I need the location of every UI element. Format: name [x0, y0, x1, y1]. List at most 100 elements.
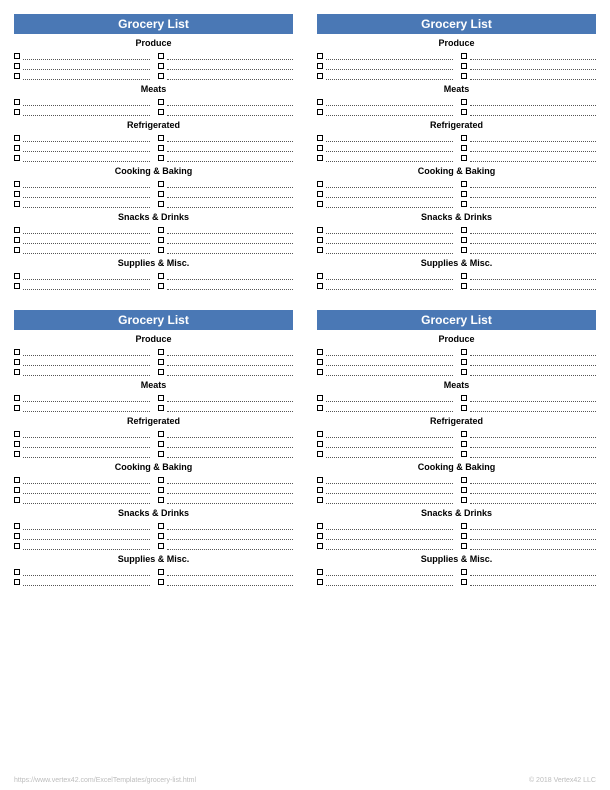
checkbox-icon[interactable] [158, 273, 164, 279]
checkbox-icon[interactable] [317, 533, 323, 539]
checkbox-icon[interactable] [14, 227, 20, 233]
checkbox-icon[interactable] [317, 181, 323, 187]
checkbox-icon[interactable] [461, 543, 467, 549]
checkbox-icon[interactable] [461, 431, 467, 437]
checkbox-icon[interactable] [317, 369, 323, 375]
checkbox-icon[interactable] [461, 405, 467, 411]
checkbox-icon[interactable] [14, 109, 20, 115]
checkbox-icon[interactable] [14, 369, 20, 375]
checkbox-icon[interactable] [317, 247, 323, 253]
checkbox-icon[interactable] [461, 191, 467, 197]
checkbox-icon[interactable] [461, 349, 467, 355]
checkbox-icon[interactable] [158, 63, 164, 69]
checkbox-icon[interactable] [317, 441, 323, 447]
checkbox-icon[interactable] [158, 487, 164, 493]
checkbox-icon[interactable] [14, 405, 20, 411]
checkbox-icon[interactable] [461, 369, 467, 375]
checkbox-icon[interactable] [14, 201, 20, 207]
checkbox-icon[interactable] [158, 569, 164, 575]
checkbox-icon[interactable] [317, 99, 323, 105]
checkbox-icon[interactable] [158, 451, 164, 457]
checkbox-icon[interactable] [158, 477, 164, 483]
checkbox-icon[interactable] [461, 477, 467, 483]
checkbox-icon[interactable] [461, 99, 467, 105]
checkbox-icon[interactable] [461, 53, 467, 59]
checkbox-icon[interactable] [461, 63, 467, 69]
checkbox-icon[interactable] [317, 191, 323, 197]
checkbox-icon[interactable] [461, 181, 467, 187]
checkbox-icon[interactable] [317, 543, 323, 549]
entry-line[interactable] [23, 289, 150, 290]
checkbox-icon[interactable] [158, 533, 164, 539]
checkbox-icon[interactable] [461, 523, 467, 529]
checkbox-icon[interactable] [461, 533, 467, 539]
checkbox-icon[interactable] [158, 395, 164, 401]
checkbox-icon[interactable] [461, 579, 467, 585]
checkbox-icon[interactable] [317, 145, 323, 151]
checkbox-icon[interactable] [461, 247, 467, 253]
entry-line[interactable] [470, 585, 597, 586]
checkbox-icon[interactable] [317, 579, 323, 585]
checkbox-icon[interactable] [317, 135, 323, 141]
checkbox-icon[interactable] [317, 201, 323, 207]
checkbox-icon[interactable] [317, 53, 323, 59]
checkbox-icon[interactable] [158, 431, 164, 437]
checkbox-icon[interactable] [14, 487, 20, 493]
checkbox-icon[interactable] [14, 359, 20, 365]
checkbox-icon[interactable] [317, 283, 323, 289]
checkbox-icon[interactable] [14, 451, 20, 457]
checkbox-icon[interactable] [158, 579, 164, 585]
checkbox-icon[interactable] [14, 533, 20, 539]
checkbox-icon[interactable] [317, 487, 323, 493]
checkbox-icon[interactable] [317, 349, 323, 355]
checkbox-icon[interactable] [317, 109, 323, 115]
checkbox-icon[interactable] [158, 109, 164, 115]
checkbox-icon[interactable] [317, 395, 323, 401]
checkbox-icon[interactable] [158, 359, 164, 365]
checkbox-icon[interactable] [461, 201, 467, 207]
checkbox-icon[interactable] [14, 145, 20, 151]
checkbox-icon[interactable] [14, 395, 20, 401]
checkbox-icon[interactable] [317, 63, 323, 69]
checkbox-icon[interactable] [14, 155, 20, 161]
checkbox-icon[interactable] [14, 497, 20, 503]
checkbox-icon[interactable] [461, 145, 467, 151]
checkbox-icon[interactable] [14, 63, 20, 69]
checkbox-icon[interactable] [158, 227, 164, 233]
checkbox-icon[interactable] [317, 569, 323, 575]
checkbox-icon[interactable] [14, 237, 20, 243]
checkbox-icon[interactable] [461, 359, 467, 365]
checkbox-icon[interactable] [461, 441, 467, 447]
checkbox-icon[interactable] [14, 543, 20, 549]
checkbox-icon[interactable] [158, 237, 164, 243]
checkbox-icon[interactable] [461, 451, 467, 457]
checkbox-icon[interactable] [461, 273, 467, 279]
checkbox-icon[interactable] [158, 543, 164, 549]
checkbox-icon[interactable] [14, 73, 20, 79]
entry-line[interactable] [326, 585, 453, 586]
checkbox-icon[interactable] [158, 497, 164, 503]
checkbox-icon[interactable] [461, 395, 467, 401]
checkbox-icon[interactable] [14, 349, 20, 355]
checkbox-icon[interactable] [14, 283, 20, 289]
checkbox-icon[interactable] [14, 431, 20, 437]
checkbox-icon[interactable] [14, 181, 20, 187]
entry-line[interactable] [167, 289, 294, 290]
checkbox-icon[interactable] [461, 73, 467, 79]
checkbox-icon[interactable] [158, 155, 164, 161]
checkbox-icon[interactable] [317, 477, 323, 483]
checkbox-icon[interactable] [317, 497, 323, 503]
checkbox-icon[interactable] [158, 369, 164, 375]
checkbox-icon[interactable] [14, 53, 20, 59]
checkbox-icon[interactable] [317, 273, 323, 279]
checkbox-icon[interactable] [317, 431, 323, 437]
checkbox-icon[interactable] [317, 451, 323, 457]
checkbox-icon[interactable] [158, 73, 164, 79]
checkbox-icon[interactable] [317, 155, 323, 161]
checkbox-icon[interactable] [317, 405, 323, 411]
checkbox-icon[interactable] [317, 359, 323, 365]
checkbox-icon[interactable] [461, 155, 467, 161]
checkbox-icon[interactable] [317, 73, 323, 79]
entry-line[interactable] [167, 585, 294, 586]
checkbox-icon[interactable] [158, 145, 164, 151]
